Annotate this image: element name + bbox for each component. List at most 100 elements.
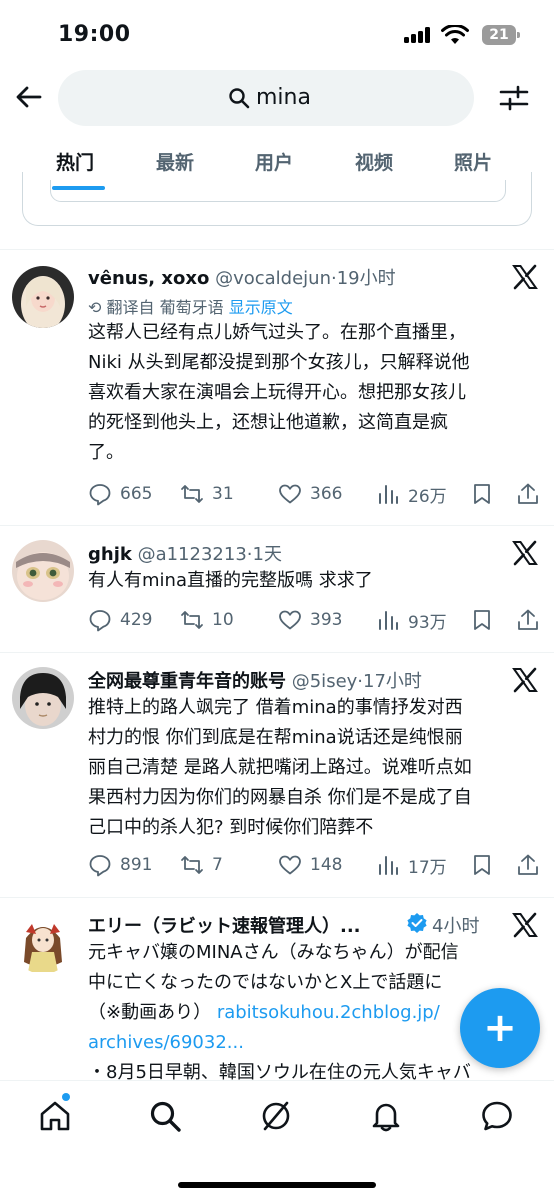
tweet-header: 全网最尊重青年音的账号 @5isey·17小时 — [88, 667, 494, 693]
post-time: ·17小时 — [357, 671, 422, 692]
cellular-signal-icon — [404, 27, 432, 43]
reply-button[interactable]: 429 — [88, 606, 152, 634]
tweet-actions: 429 10 393 93万 — [88, 606, 540, 634]
tweet-line: 喜欢看大家在演唱会上玩得开心。想把那女孩儿 — [88, 382, 466, 403]
bell-icon[interactable] — [369, 1099, 403, 1133]
heart-icon — [279, 855, 301, 875]
repost-button[interactable]: 7 — [180, 851, 223, 879]
x-logo-icon — [512, 912, 538, 938]
messages-icon[interactable] — [480, 1099, 514, 1133]
display-name[interactable]: ghjk — [88, 544, 132, 565]
avatar[interactable] — [12, 266, 74, 328]
user-handle[interactable]: @a1123213 — [138, 544, 247, 565]
bottom-navigation — [0, 1080, 554, 1199]
grok-icon[interactable] — [259, 1099, 293, 1133]
like-button[interactable]: 393 — [278, 606, 342, 634]
status-time: 19:00 — [58, 22, 131, 47]
share-button[interactable] — [516, 851, 540, 879]
tweet-text: 这帮人已经有点儿娇气过头了。在那个直播里， Niki 从头到尾都没提到那个女孩儿… — [88, 318, 540, 468]
reply-button[interactable]: 891 — [88, 851, 152, 879]
display-name[interactable]: エリー（ラビット速報管理人）... — [88, 916, 361, 937]
bookmark-button[interactable] — [470, 851, 494, 879]
status-bar: 19:00 21 — [0, 0, 554, 62]
tweet-header: vênus, xoxo @vocaldejun·19小时 — [88, 264, 494, 290]
tweet-text: 推特上的路人飒完了 借着mina的事情抒发对西 村力的恨 你们到底是在帮mina… — [88, 693, 540, 843]
repost-button[interactable]: 10 — [180, 606, 234, 634]
notification-dot — [62, 1093, 70, 1101]
views-chart-icon — [379, 485, 398, 504]
tweet-line: 果西村力因为你们的网暴自杀 你们是不是成了自 — [88, 787, 472, 808]
filter-settings-icon[interactable] — [498, 82, 530, 114]
back-arrow-icon[interactable] — [14, 82, 44, 112]
bookmark-icon — [474, 484, 490, 504]
reply-button[interactable]: 665 — [88, 480, 152, 508]
reply-icon — [89, 855, 111, 877]
repost-count: 31 — [212, 484, 234, 504]
tab-top[interactable]: 热门 — [56, 148, 94, 175]
user-handle[interactable]: @5isey — [292, 671, 358, 692]
plus-icon: + — [483, 1005, 517, 1051]
tweet-line: 丽自己清楚 是路人就把嘴闭上路过。说难听点如 — [88, 757, 472, 778]
search-input[interactable]: mina — [58, 70, 474, 126]
search-icon[interactable] — [148, 1099, 182, 1133]
compose-post-button[interactable]: + — [460, 988, 540, 1068]
view-count: 93万 — [408, 612, 447, 633]
battery-icon: 21 — [482, 25, 520, 45]
show-original-link[interactable]: 显示原文 — [229, 298, 293, 317]
views-button[interactable]: 93万 — [376, 606, 447, 634]
translate-icon: ⟲ — [88, 298, 107, 317]
heart-icon — [279, 484, 301, 504]
like-button[interactable]: 148 — [278, 851, 342, 879]
reply-count: 665 — [120, 484, 153, 504]
translation-note: ⟲ 翻译自 葡萄牙语 显示原文 — [88, 294, 293, 318]
bookmark-button[interactable] — [470, 480, 494, 508]
reply-count: 429 — [120, 610, 153, 630]
tweet-line: 村力的恨 你们到底是在帮mina说话还是纯恨丽 — [88, 727, 463, 748]
user-handle[interactable]: @vocaldejun — [215, 268, 331, 289]
article-link[interactable]: rabitsokuhou.2chblog.jp/ — [217, 1002, 440, 1023]
reply-icon — [89, 610, 111, 632]
tweet-line: Niki 从头到尾都没提到那个女孩儿，只解释说他 — [88, 352, 470, 373]
views-button[interactable]: 26万 — [376, 480, 447, 508]
repost-count: 10 — [212, 610, 234, 630]
tab-people[interactable]: 用户 — [255, 148, 293, 175]
like-count: 148 — [310, 855, 343, 875]
views-button[interactable]: 17万 — [376, 851, 447, 879]
post-time: ·1天 — [246, 544, 282, 565]
bookmark-button[interactable] — [470, 606, 494, 634]
x-logo-icon — [512, 264, 538, 290]
tweet-item[interactable]: ghjk @a1123213·1天 有人有mina直播的完整版嗎 求求了 429… — [0, 526, 554, 653]
like-button[interactable]: 366 — [278, 480, 342, 508]
repost-icon — [181, 611, 203, 629]
share-button[interactable] — [516, 606, 540, 634]
tab-photos[interactable]: 照片 — [454, 148, 492, 175]
avatar[interactable] — [12, 912, 74, 974]
display-name[interactable]: 全网最尊重青年音的账号 — [88, 671, 286, 692]
tweet-line: 这帮人已经有点儿娇气过头了。在那个直播里， — [88, 322, 466, 343]
repost-count: 7 — [212, 855, 223, 875]
repost-button[interactable]: 31 — [180, 480, 234, 508]
search-icon — [229, 88, 250, 109]
translate-label: 翻译自 葡萄牙语 — [106, 298, 224, 317]
bookmark-icon — [474, 610, 490, 630]
home-icon[interactable] — [38, 1099, 72, 1133]
share-icon — [518, 854, 538, 875]
avatar[interactable] — [12, 667, 74, 729]
repost-icon — [181, 485, 203, 503]
x-logo-icon — [512, 540, 538, 566]
tweet-header: ghjk @a1123213·1天 — [88, 540, 494, 566]
tweet-item[interactable]: 全网最尊重青年音的账号 @5isey·17小时 推特上的路人飒完了 借着mina… — [0, 653, 554, 898]
tab-videos[interactable]: 视频 — [355, 148, 393, 175]
tweet-line: 己口中的杀人犯? 到时候你们陪葬不 — [88, 817, 374, 838]
share-button[interactable] — [516, 480, 540, 508]
tab-latest[interactable]: 最新 — [156, 148, 194, 175]
display-name[interactable]: vênus, xoxo — [88, 268, 209, 289]
tweet-line: 有人有mina直播的完整版嗎 求求了 — [88, 570, 373, 591]
bookmark-icon — [474, 855, 490, 875]
tweet-item[interactable]: vênus, xoxo @vocaldejun·19小时 ⟲ 翻译自 葡萄牙语 … — [0, 250, 554, 526]
search-query: mina — [256, 85, 311, 110]
search-header: mina — [0, 62, 554, 134]
avatar[interactable] — [12, 540, 74, 602]
previous-card-remnant — [0, 172, 554, 250]
tweet-line-text: （※動画あり） — [88, 1002, 212, 1023]
